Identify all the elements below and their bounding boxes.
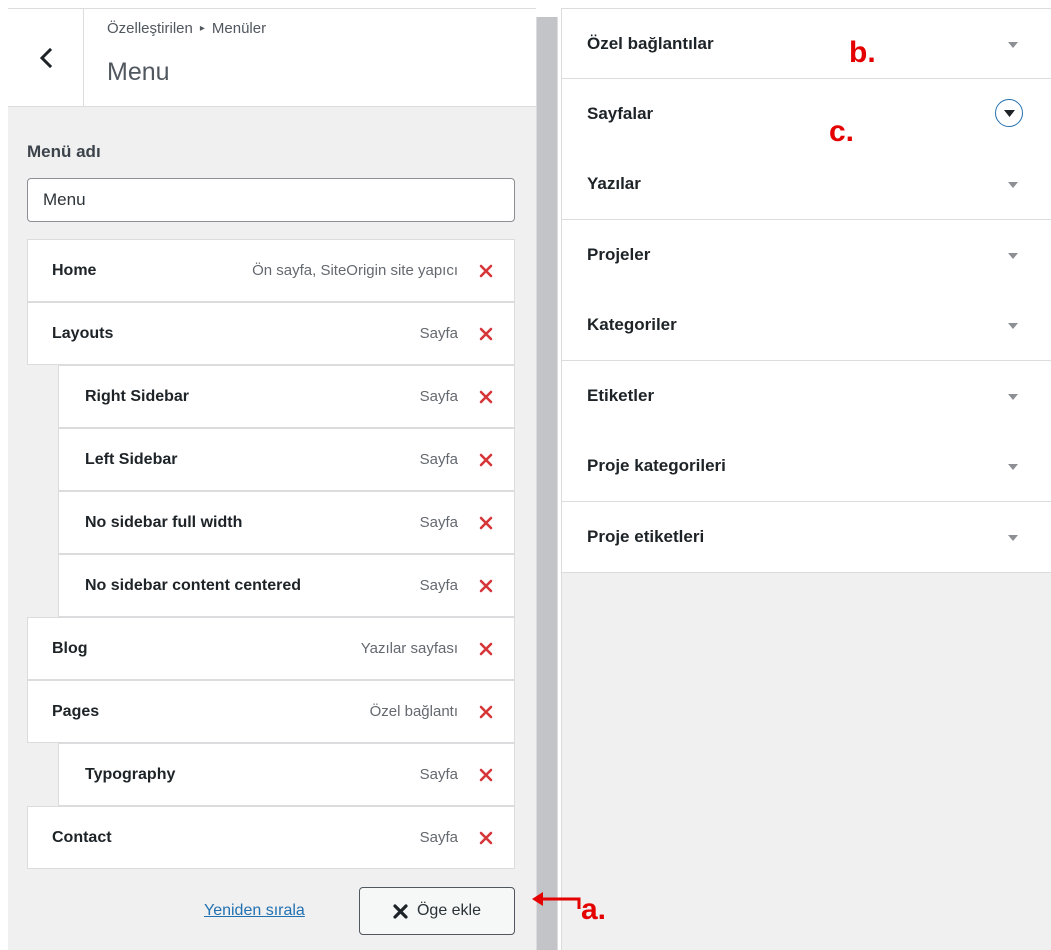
caret-down-icon [1008,394,1018,400]
accordion-section[interactable]: Sayfalar [562,79,1051,150]
menu-name-label: Menü adı [27,142,101,161]
menu-item-type: Özel bağlantı [369,703,458,720]
menu-item-title: No sidebar full width [85,513,243,531]
menu-item-title: Home [52,261,97,279]
menu-item-title: No sidebar content centered [85,576,302,594]
remove-item-icon[interactable] [478,326,494,342]
menu-item-type: Sayfa [419,325,458,342]
remove-item-icon[interactable] [478,578,494,594]
menu-item-title: Contact [52,828,112,846]
menu-item-type: Sayfa [419,766,458,783]
add-item-button[interactable]: Öge ekle [359,887,515,935]
menu-item-type: Sayfa [419,451,458,468]
caret-down-icon [1008,323,1018,329]
available-items-panel: Özel bağlantılar Sayfalar Yazılar Projeler K… [561,8,1051,950]
menu-editor-panel: Özelleştirilen ▸ Menüler Menu Menü adı H… [8,8,536,950]
menu-item[interactable]: No sidebar full width Sayfa [58,491,515,554]
section-label: Sayfalar [587,104,654,123]
accordion-section[interactable]: Proje etiketleri [562,502,1051,573]
page-title: Menu [107,58,170,86]
close-x-icon [393,903,408,919]
menu-item[interactable]: Home Ön sayfa, SiteOrigin site yapıcı [27,239,515,302]
breadcrumb: Özelleştirilen ▸ Menüler [107,20,266,37]
caret-down-icon [1008,253,1018,259]
panel-header: Özelleştirilen ▸ Menüler Menu [8,9,536,107]
remove-item-icon[interactable] [478,389,494,405]
menu-item-type: Sayfa [419,388,458,405]
menu-item[interactable]: Pages Özel bağlantı [27,680,515,743]
annotation-c: c. [829,115,855,148]
accordion-section[interactable]: Yazılar [562,149,1051,220]
accordion-section[interactable]: Özel bağlantılar [562,8,1051,79]
menu-item-title: Left Sidebar [85,450,178,468]
remove-item-icon[interactable] [478,704,494,720]
menu-item-type: Ön sayfa, SiteOrigin site yapıcı [252,262,458,279]
caret-down-icon [1008,42,1018,48]
section-label: Proje etiketleri [587,527,705,546]
remove-item-icon[interactable] [478,830,494,846]
menu-item-title: Layouts [52,324,114,342]
menu-item[interactable]: Right Sidebar Sayfa [58,365,515,428]
menu-item-type: Sayfa [419,514,458,531]
remove-item-icon[interactable] [478,452,494,468]
menu-item[interactable]: Typography Sayfa [58,743,515,806]
menu-item-title: Right Sidebar [85,387,190,405]
annotation-b: b. [849,36,876,69]
caret-down-icon [1008,464,1018,470]
scrollbar-thumb[interactable] [537,17,557,950]
menu-item[interactable]: Layouts Sayfa [27,302,515,365]
menu-item[interactable]: No sidebar content centered Sayfa [58,554,515,617]
accordion-section[interactable]: Proje kategorileri [562,431,1051,502]
remove-item-icon[interactable] [478,263,494,279]
add-item-label: Öge ekle [416,902,482,919]
caret-down-icon [1008,535,1018,541]
remove-item-icon[interactable] [478,767,494,783]
menu-item-title: Pages [52,702,100,720]
menu-item[interactable]: Blog Yazılar sayfası [27,617,515,680]
breadcrumb-current: Menüler [211,20,267,37]
reorder-link[interactable]: Yeniden sırala [204,902,305,920]
annotation-arrow-icon [532,892,581,909]
expand-toggle-button[interactable] [995,99,1023,127]
menu-item[interactable]: Left Sidebar Sayfa [58,428,515,491]
menu-item-title: Typography [85,765,176,783]
accordion-section[interactable]: Projeler [562,220,1051,291]
remove-item-icon[interactable] [478,515,494,531]
accordion-section[interactable]: Etiketler [562,361,1051,432]
breadcrumb-separator-icon: ▸ [199,23,205,34]
accordion-section[interactable]: Kategoriler [562,290,1051,361]
remove-item-icon[interactable] [478,641,494,657]
menu-item-type: Yazılar sayfası [360,640,458,657]
section-label: Kategoriler [587,315,677,334]
section-label: Etiketler [587,386,655,405]
menu-item-type: Sayfa [419,829,458,846]
menu-name-input[interactable] [27,178,515,222]
section-label: Yazılar [587,174,641,193]
caret-down-icon [1008,182,1018,188]
chevron-left-icon [39,48,52,68]
caret-down-icon [1003,109,1015,117]
section-label: Proje kategorileri [587,456,726,475]
breadcrumb-parent: Özelleştirilen [107,20,193,37]
menu-item-title: Blog [52,639,88,657]
section-label: Özel bağlantılar [587,34,714,53]
back-button[interactable] [8,9,84,107]
menu-item[interactable]: Contact Sayfa [27,806,515,869]
menu-item-type: Sayfa [419,577,458,594]
section-label: Projeler [587,245,651,264]
